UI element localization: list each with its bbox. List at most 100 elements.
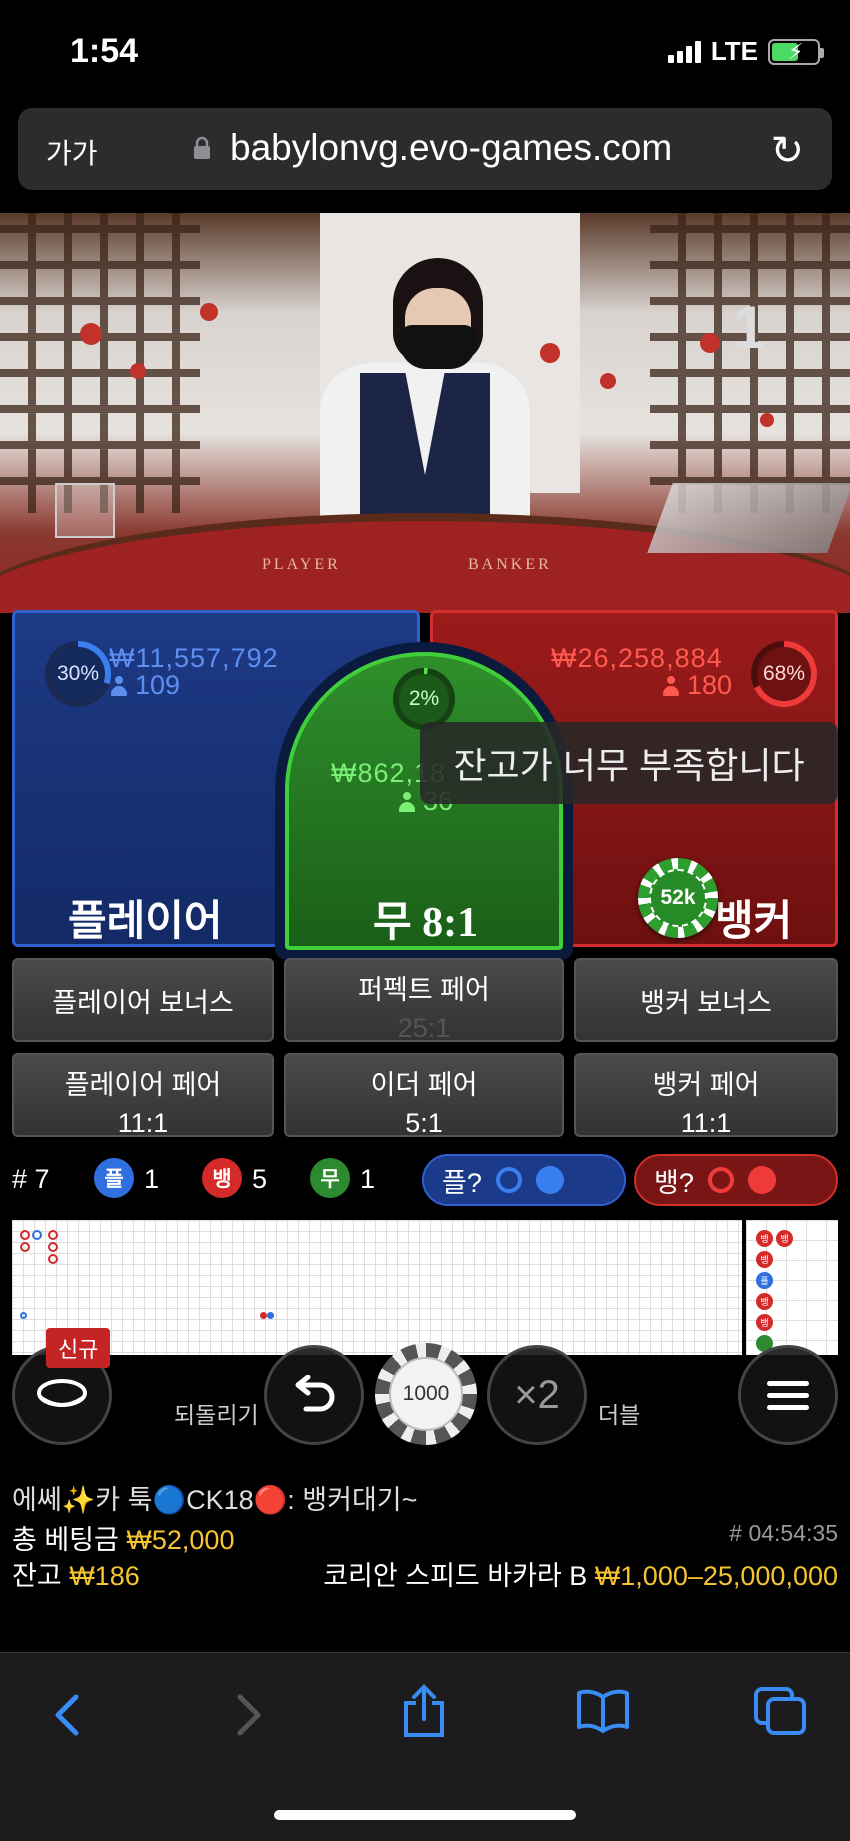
undo-label: 되돌리기 <box>174 1402 259 1428</box>
road-mark <box>260 1312 267 1319</box>
table-name: 코리안 스피드 바카라 B <box>323 1561 588 1591</box>
bead: 플 <box>756 1272 773 1289</box>
road-mark <box>48 1242 58 1252</box>
road-mark <box>20 1242 30 1252</box>
banker-win-dot: 뱅 <box>202 1158 242 1198</box>
tie-label: 무 8:1 <box>373 900 479 946</box>
road-mark <box>48 1230 58 1240</box>
road-mark <box>267 1312 274 1319</box>
road-mark <box>20 1230 30 1240</box>
player-count: 109 <box>135 670 181 700</box>
tie-win-count: 1 <box>360 1164 376 1194</box>
bead-road-grid[interactable]: 뱅 뱅 뱅 플 뱅 뱅 <box>746 1220 838 1355</box>
big-eye-player-icon <box>495 1167 522 1193</box>
table-banker-text: BANKER <box>468 556 552 573</box>
status-icons: LTE ⚡ <box>667 36 824 67</box>
total-bet-label: 총 베팅금 <box>12 1525 119 1555</box>
bead: 뱅 <box>756 1230 773 1247</box>
big-eye-banker-icon <box>707 1167 734 1193</box>
card-shoe <box>647 483 850 553</box>
banker-bettor-count: 180 <box>663 670 732 701</box>
balance-value: ₩186 <box>69 1561 140 1591</box>
road-mark <box>20 1312 27 1319</box>
either-pair-odds: 5:1 <box>405 1108 443 1138</box>
player-win-dot: 플 <box>94 1158 134 1198</box>
person-icon <box>663 675 679 696</box>
bookmarks-icon[interactable] <box>575 1689 631 1733</box>
banker-bonus-label: 뱅커 보너스 <box>640 987 772 1018</box>
total-bet: 총 베팅금 ₩52,000 <box>12 1518 234 1557</box>
reload-icon[interactable]: ↻ <box>770 128 804 174</box>
table-player-text: PLAYER <box>262 556 341 573</box>
player-pair-button[interactable]: 플레이어 페어 11:1 <box>12 1053 274 1138</box>
banker-percent: 68% <box>757 647 811 701</box>
road-mark <box>32 1230 42 1240</box>
perfect-pair-odds: 25:1 <box>397 1013 451 1043</box>
bead: 뱅 <box>756 1251 773 1268</box>
banker-predict-label: 뱅? <box>654 1167 694 1198</box>
bead: 뱅 <box>776 1230 793 1247</box>
live-video: 1 PLAYER BANKER <box>0 213 850 613</box>
small-road-banker-icon <box>747 1166 776 1194</box>
player-percent-ring: 30% <box>45 641 111 707</box>
round-marker: 1 <box>732 294 766 361</box>
undo-button[interactable] <box>264 1345 364 1445</box>
banker-pair-odds: 11:1 <box>680 1108 732 1138</box>
forward-icon[interactable] <box>232 1691 266 1739</box>
perfect-pair-button[interactable]: 퍼펙트 페어 25:1 <box>284 958 564 1043</box>
address-bar[interactable]: 가가 babylonvg.evo-games.com ↻ <box>18 108 832 190</box>
tabs-icon[interactable] <box>752 1685 808 1737</box>
big-road-grid[interactable] <box>12 1220 742 1355</box>
bead: 뱅 <box>756 1293 773 1310</box>
either-pair-button[interactable]: 이더 페어 5:1 <box>284 1053 564 1138</box>
chip-selector[interactable]: 1000 <box>375 1343 477 1445</box>
player-predict-label: 플? <box>442 1167 482 1198</box>
perfect-pair-label: 퍼펙트 페어 <box>358 975 490 1005</box>
url-text[interactable]: babylonvg.evo-games.com <box>230 127 672 169</box>
insufficient-balance-toast: 잔고가 너무 부족합니다 <box>420 722 838 804</box>
banker-win-count: 5 <box>252 1164 268 1194</box>
banker-label: 뱅커 <box>715 897 793 944</box>
banker-predict-button[interactable]: 뱅? <box>634 1154 838 1206</box>
bead: 뱅 <box>756 1314 773 1331</box>
banker-pair-button[interactable]: 뱅커 페어 11:1 <box>574 1053 838 1138</box>
double-button[interactable]: ×2 <box>487 1345 587 1445</box>
road-mark <box>48 1254 58 1264</box>
player-win-count: 1 <box>144 1164 160 1194</box>
status-bar: 1:54 LTE ⚡ <box>0 0 850 100</box>
menu-button[interactable] <box>738 1345 838 1445</box>
placed-chip: 52k <box>638 858 718 938</box>
battery-charging-icon: ⚡ <box>768 38 824 65</box>
placed-chip-value: 52k <box>649 869 707 927</box>
new-badge: 신규 <box>46 1328 111 1368</box>
banker-bonus-button[interactable]: 뱅커 보너스 <box>574 958 838 1042</box>
hamburger-icon <box>767 1374 809 1417</box>
table-limits: ₩1,000–25,000,000 <box>594 1561 838 1591</box>
double-label: 더블 <box>598 1402 641 1428</box>
player-pair-odds: 11:1 <box>117 1108 169 1138</box>
banker-percent-ring: 68% <box>751 641 817 707</box>
chat-message: 에쎄✨카 툭🔵CK18🔴: 뱅커대기~ <box>12 1485 418 1515</box>
balance: 잔고 ₩186 <box>12 1554 140 1593</box>
player-label: 플레이어 <box>68 897 223 944</box>
either-pair-label: 이더 페어 <box>370 1070 478 1100</box>
player-percent: 30% <box>51 647 105 701</box>
banker-count: 180 <box>687 670 733 700</box>
back-icon[interactable] <box>50 1691 84 1739</box>
signal-icon <box>667 40 701 63</box>
text-size-button[interactable]: 가가 <box>46 132 98 172</box>
total-bet-value: ₩52,000 <box>126 1525 235 1555</box>
dealer-mask <box>400 325 476 369</box>
share-icon[interactable] <box>400 1683 448 1739</box>
chip-value: 1000 <box>389 1357 463 1431</box>
player-pair-label: 플레이어 페어 <box>64 1070 222 1100</box>
player-bonus-button[interactable]: 플레이어 보너스 <box>12 958 274 1042</box>
banker-pair-label: 뱅커 페어 <box>652 1070 760 1100</box>
person-icon <box>399 791 415 812</box>
undo-icon <box>295 1375 335 1412</box>
tie-percent: 2% <box>399 674 449 724</box>
lattice-left <box>0 213 200 513</box>
tie-percent-ring: 2% <box>393 668 455 730</box>
player-predict-button[interactable]: 플? <box>422 1154 626 1206</box>
person-icon <box>111 675 127 696</box>
